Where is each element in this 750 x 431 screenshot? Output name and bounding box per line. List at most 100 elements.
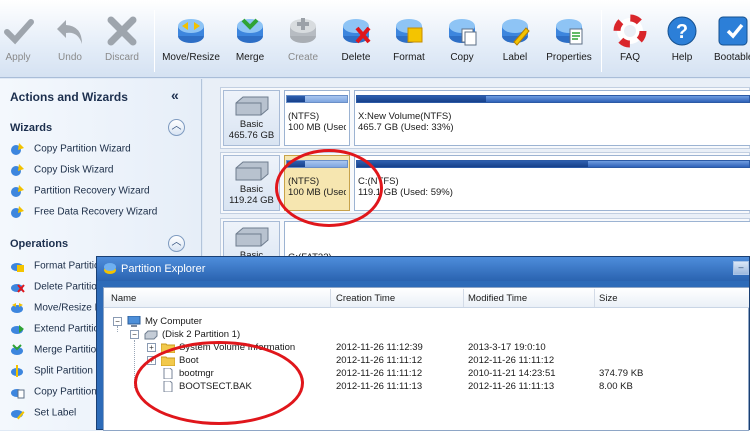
toolbar-separator: [601, 10, 602, 72]
undo-button[interactable]: Undo: [54, 14, 86, 72]
label-icon: [11, 410, 25, 420]
properties-icon: [556, 19, 583, 45]
move-resize-button[interactable]: Move/Resize: [160, 14, 222, 72]
partition-explorer-icon: [104, 263, 116, 274]
operations-heading: Operations: [10, 238, 69, 250]
usage-bar: [356, 95, 750, 103]
move-resize-icon: [11, 303, 23, 313]
tree-row-my-computer[interactable]: − My Computer: [104, 316, 749, 329]
operation-item-format[interactable]: Format Partition: [10, 259, 105, 275]
collapse-wizards-button[interactable]: ︿: [168, 119, 185, 136]
tree-row-partition[interactable]: − (Disk 2 Partition 1): [104, 329, 749, 342]
minimize-button[interactable]: –: [733, 261, 749, 275]
merge-icon: [11, 344, 23, 355]
copy-button[interactable]: Copy: [444, 14, 480, 72]
lifebuoy-icon: [613, 14, 647, 48]
panel-title: Actions and Wizards: [10, 90, 128, 104]
annotation-circle: [134, 341, 304, 425]
faq-button[interactable]: FAQ: [612, 14, 648, 72]
delete-icon: [343, 19, 371, 44]
hard-disk-icon: [235, 96, 268, 116]
wizard-icon: [11, 185, 24, 197]
toolbar: Apply Undo Discard Move/Resize Merge Cre…: [0, 0, 750, 78]
computer-icon: [127, 316, 141, 327]
extend-icon: [11, 325, 24, 334]
wizard-icon: [11, 206, 24, 218]
x-icon: [107, 16, 137, 46]
operation-item-merge[interactable]: Merge Partition: [10, 343, 102, 359]
disk-info[interactable]: Basic 119.24 GB: [223, 155, 280, 211]
operation-item-extend[interactable]: Extend Partition: [10, 322, 105, 338]
window-title: Partition Explorer: [121, 263, 206, 275]
window-titlebar[interactable]: Partition Explorer –: [97, 257, 749, 281]
operation-item-set-label[interactable]: Set Label: [10, 406, 76, 422]
column-header-creation-time[interactable]: Creation Time: [336, 293, 395, 304]
usage-bar-used: [357, 96, 487, 102]
label-button[interactable]: Label: [497, 14, 533, 72]
wizard-icon: [11, 164, 24, 176]
merge-button[interactable]: Merge: [232, 14, 268, 72]
format-icon: [11, 263, 24, 272]
operation-item-split[interactable]: Split Partition: [10, 364, 93, 380]
help-icon: ?: [667, 16, 697, 46]
wizard-icon: [11, 143, 24, 155]
create-button[interactable]: Create: [285, 14, 321, 72]
usage-bar-used: [357, 161, 589, 167]
undo-arrow-icon: [57, 20, 82, 44]
format-button[interactable]: Format: [391, 14, 427, 72]
chevron-up-icon: ︿: [171, 121, 182, 132]
wizard-item-partition-recovery[interactable]: Partition Recovery Wizard: [10, 184, 150, 200]
toolbar-separator: [154, 10, 155, 72]
copy-icon: [11, 389, 25, 399]
merge-icon: [237, 18, 263, 43]
partition-block[interactable]: X:New Volume(NTFS) 465.7 GB (Used: 33%): [354, 90, 750, 146]
wizard-item-free-data-recovery[interactable]: Free Data Recovery Wizard: [10, 205, 157, 221]
column-header-name[interactable]: Name: [111, 293, 136, 304]
disk-row[interactable]: Basic 465.76 GB (NTFS) 100 MB (Used: X:N…: [220, 87, 750, 149]
wizard-item-copy-disk[interactable]: Copy Disk Wizard: [10, 163, 113, 179]
help-button[interactable]: ? Help: [664, 14, 700, 72]
drive-icon: [144, 330, 158, 340]
split-icon: [11, 365, 23, 377]
apply-button[interactable]: Apply: [2, 14, 34, 72]
svg-text:?: ?: [676, 21, 688, 43]
properties-button[interactable]: Properties: [543, 14, 595, 72]
disk-info[interactable]: Basic 465.76 GB: [223, 90, 280, 146]
usage-bar-used: [287, 96, 305, 102]
column-header-size[interactable]: Size: [599, 293, 617, 304]
usage-bar: [356, 160, 750, 168]
chevron-up-icon: ︿: [171, 237, 182, 248]
format-icon: [396, 19, 423, 43]
operation-item-copy[interactable]: Copy Partition: [10, 385, 97, 401]
column-header-row: Name Creation Time Modified Time Size: [104, 288, 749, 308]
column-header-modified-time[interactable]: Modified Time: [468, 293, 527, 304]
wizards-heading: Wizards: [10, 122, 53, 134]
delete-icon: [11, 284, 25, 293]
annotation-circle: [275, 149, 383, 227]
collapse-toggle[interactable]: −: [130, 330, 139, 339]
collapse-panel-button[interactable]: «: [171, 87, 179, 103]
delete-button[interactable]: Delete: [338, 14, 374, 72]
hard-disk-icon: [235, 227, 268, 247]
usage-bar: [286, 95, 348, 103]
expand-toggle[interactable]: +: [147, 343, 156, 352]
partition-block[interactable]: (NTFS) 100 MB (Used:: [284, 90, 350, 146]
bootable-icon: [718, 16, 748, 46]
checkmark-icon: [4, 19, 34, 45]
column-divider[interactable]: [330, 289, 331, 307]
create-icon: [290, 18, 316, 43]
partition-explorer-window: Partition Explorer – Name Creation Time …: [96, 256, 750, 431]
file-tree-list: Name Creation Time Modified Time Size − …: [103, 287, 749, 431]
bootable-button[interactable]: Bootable: [714, 14, 750, 72]
label-icon: [502, 19, 530, 46]
operation-item-delete[interactable]: Delete Partition: [10, 280, 102, 296]
collapse-toggle[interactable]: −: [113, 317, 122, 326]
discard-button[interactable]: Discard: [104, 14, 140, 72]
copy-icon: [449, 19, 477, 46]
column-divider[interactable]: [594, 289, 595, 307]
move-resize-icon: [178, 19, 204, 43]
collapse-operations-button[interactable]: ︿: [168, 235, 185, 252]
wizard-item-copy-partition[interactable]: Copy Partition Wizard: [10, 142, 131, 158]
partition-block[interactable]: C:(NTFS) 119.1 GB (Used: 59%): [354, 155, 750, 211]
column-divider[interactable]: [463, 289, 464, 307]
